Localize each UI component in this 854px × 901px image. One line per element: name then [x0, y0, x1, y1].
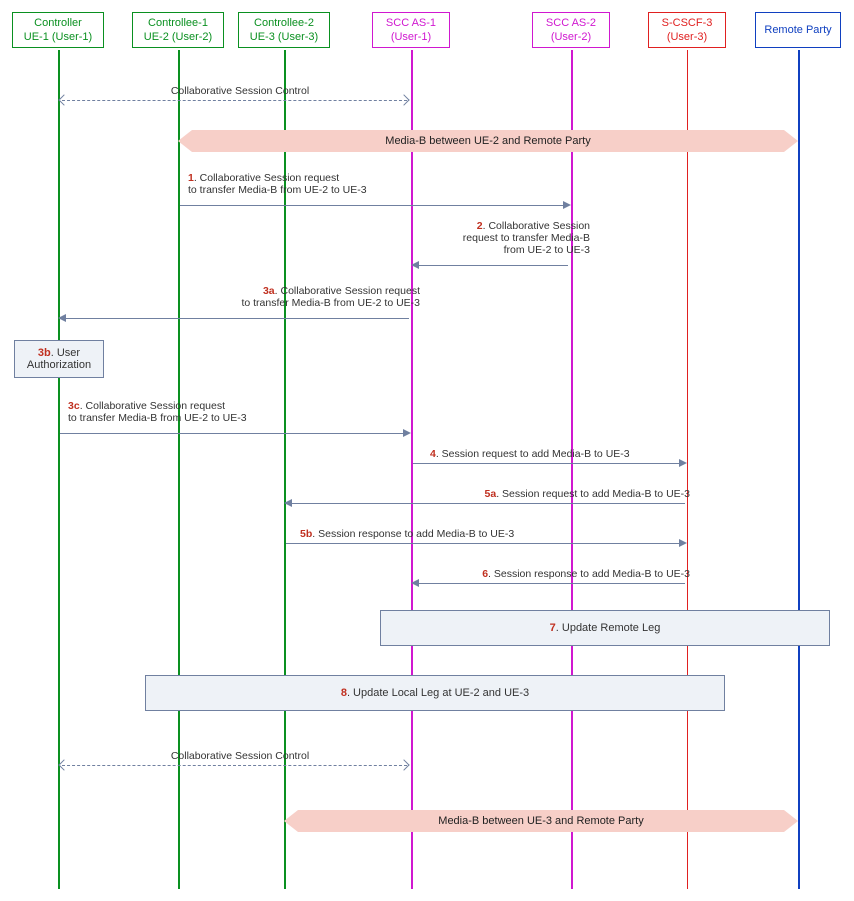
actor-ue3: Controllee-2UE-3 (User-3)	[238, 12, 330, 48]
msg-7-txt: . Update Remote Leg	[556, 622, 661, 634]
box-3b: 3b. UserAuthorization	[14, 340, 104, 378]
msg-6: 6. Session response to add Media-B to UE…	[440, 568, 690, 580]
msg-5b: 5b. Session response to add Media-B to U…	[300, 528, 580, 540]
arrow-3a	[62, 318, 409, 319]
msg-3b-txt: . UserAuthorization	[27, 347, 91, 371]
msg-5b-num: 5b	[300, 528, 312, 540]
msg-6-txt: . Session response to add Media-B to UE-…	[488, 568, 690, 580]
actor-scc2: SCC AS-2(User-2)	[532, 12, 610, 48]
sequence-diagram: ControllerUE-1 (User-1) Controllee-1UE-2…	[10, 10, 844, 891]
lifeline-ue2	[178, 50, 180, 889]
msg-3a-num: 3a	[263, 285, 275, 297]
arrow-3c	[60, 433, 408, 434]
arrow-5a	[288, 503, 685, 504]
actor-scc2-label: SCC AS-2(User-2)	[546, 16, 596, 45]
arrow-4	[413, 463, 684, 464]
box-7: 7. Update Remote Leg	[380, 610, 830, 646]
actor-ue3-label: Controllee-2UE-3 (User-3)	[250, 16, 318, 45]
msg-1: 1. Collaborative Session requestto trans…	[188, 172, 418, 196]
actor-ue2-label: Controllee-1UE-2 (User-2)	[144, 16, 212, 45]
arrowhead-1	[563, 201, 571, 209]
actor-ue2: Controllee-1UE-2 (User-2)	[132, 12, 224, 48]
label-collab-control-bottom: Collaborative Session Control	[130, 750, 350, 762]
arrow-6	[415, 583, 685, 584]
msg-3c-txt: . Collaborative Session requestto transf…	[68, 400, 247, 424]
actor-scscf3-label: S-CSCF-3(User-3)	[662, 16, 713, 45]
actor-scscf3: S-CSCF-3(User-3)	[648, 12, 726, 48]
actor-ue1-label: ControllerUE-1 (User-1)	[24, 16, 92, 45]
media-bar-ue2-label: Media-B between UE-2 and Remote Party	[385, 135, 590, 147]
actor-scc1-label: SCC AS-1(User-1)	[386, 16, 436, 45]
msg-4-txt: . Session request to add Media-B to UE-3	[436, 448, 630, 460]
label-collab-control-top: Collaborative Session Control	[130, 85, 350, 97]
msg-3c: 3c. Collaborative Session requestto tran…	[68, 400, 298, 424]
actor-scc1: SCC AS-1(User-1)	[372, 12, 450, 48]
msg-5a-num: 5a	[485, 488, 497, 500]
arrowhead-5b	[679, 539, 687, 547]
arrow-collab-bottom	[62, 765, 407, 766]
arrowhead-collab-bottom-l	[58, 759, 69, 770]
arrowhead-2	[411, 261, 419, 269]
arrowhead-collab-top-l	[58, 94, 69, 105]
msg-4: 4. Session request to add Media-B to UE-…	[430, 448, 690, 460]
msg-3a: 3a. Collaborative Session requestto tran…	[190, 285, 420, 309]
arrow-5b	[286, 543, 684, 544]
media-bar-ue3-label: Media-B between UE-3 and Remote Party	[438, 815, 643, 827]
arrowhead-collab-bottom-r	[398, 759, 409, 770]
msg-3b-num: 3b	[38, 347, 51, 359]
media-bar-ue2: Media-B between UE-2 and Remote Party	[192, 130, 784, 152]
msg-2-txt: . Collaborative Sessionrequest to transf…	[463, 220, 590, 256]
arrowhead-4	[679, 459, 687, 467]
msg-5a: 5a. Session request to add Media-B to UE…	[430, 488, 690, 500]
msg-5b-txt: . Session response to add Media-B to UE-…	[312, 528, 514, 540]
msg-1-txt: . Collaborative Session requestto transf…	[188, 172, 367, 196]
actor-remote: Remote Party	[755, 12, 841, 48]
arrowhead-3a	[58, 314, 66, 322]
lifeline-remote	[798, 50, 800, 889]
arrowhead-3c	[403, 429, 411, 437]
box-8: 8. Update Local Leg at UE-2 and UE-3	[145, 675, 725, 711]
media-bar-ue3: Media-B between UE-3 and Remote Party	[298, 810, 784, 832]
arrow-collab-top	[62, 100, 407, 101]
arrowhead-6	[411, 579, 419, 587]
arrow-2	[415, 265, 568, 266]
msg-8-txt: . Update Local Leg at UE-2 and UE-3	[347, 687, 529, 699]
actor-ue1: ControllerUE-1 (User-1)	[12, 12, 104, 48]
arrowhead-collab-top-r	[398, 94, 409, 105]
lifeline-scscf3	[687, 50, 688, 889]
msg-3c-num: 3c	[68, 400, 80, 412]
arrow-1	[180, 205, 568, 206]
msg-5a-txt: . Session request to add Media-B to UE-3	[496, 488, 690, 500]
arrowhead-5a	[284, 499, 292, 507]
lifeline-scc2	[571, 50, 573, 889]
actor-remote-label: Remote Party	[764, 23, 831, 37]
msg-2: 2. Collaborative Sessionrequest to trans…	[430, 220, 590, 256]
